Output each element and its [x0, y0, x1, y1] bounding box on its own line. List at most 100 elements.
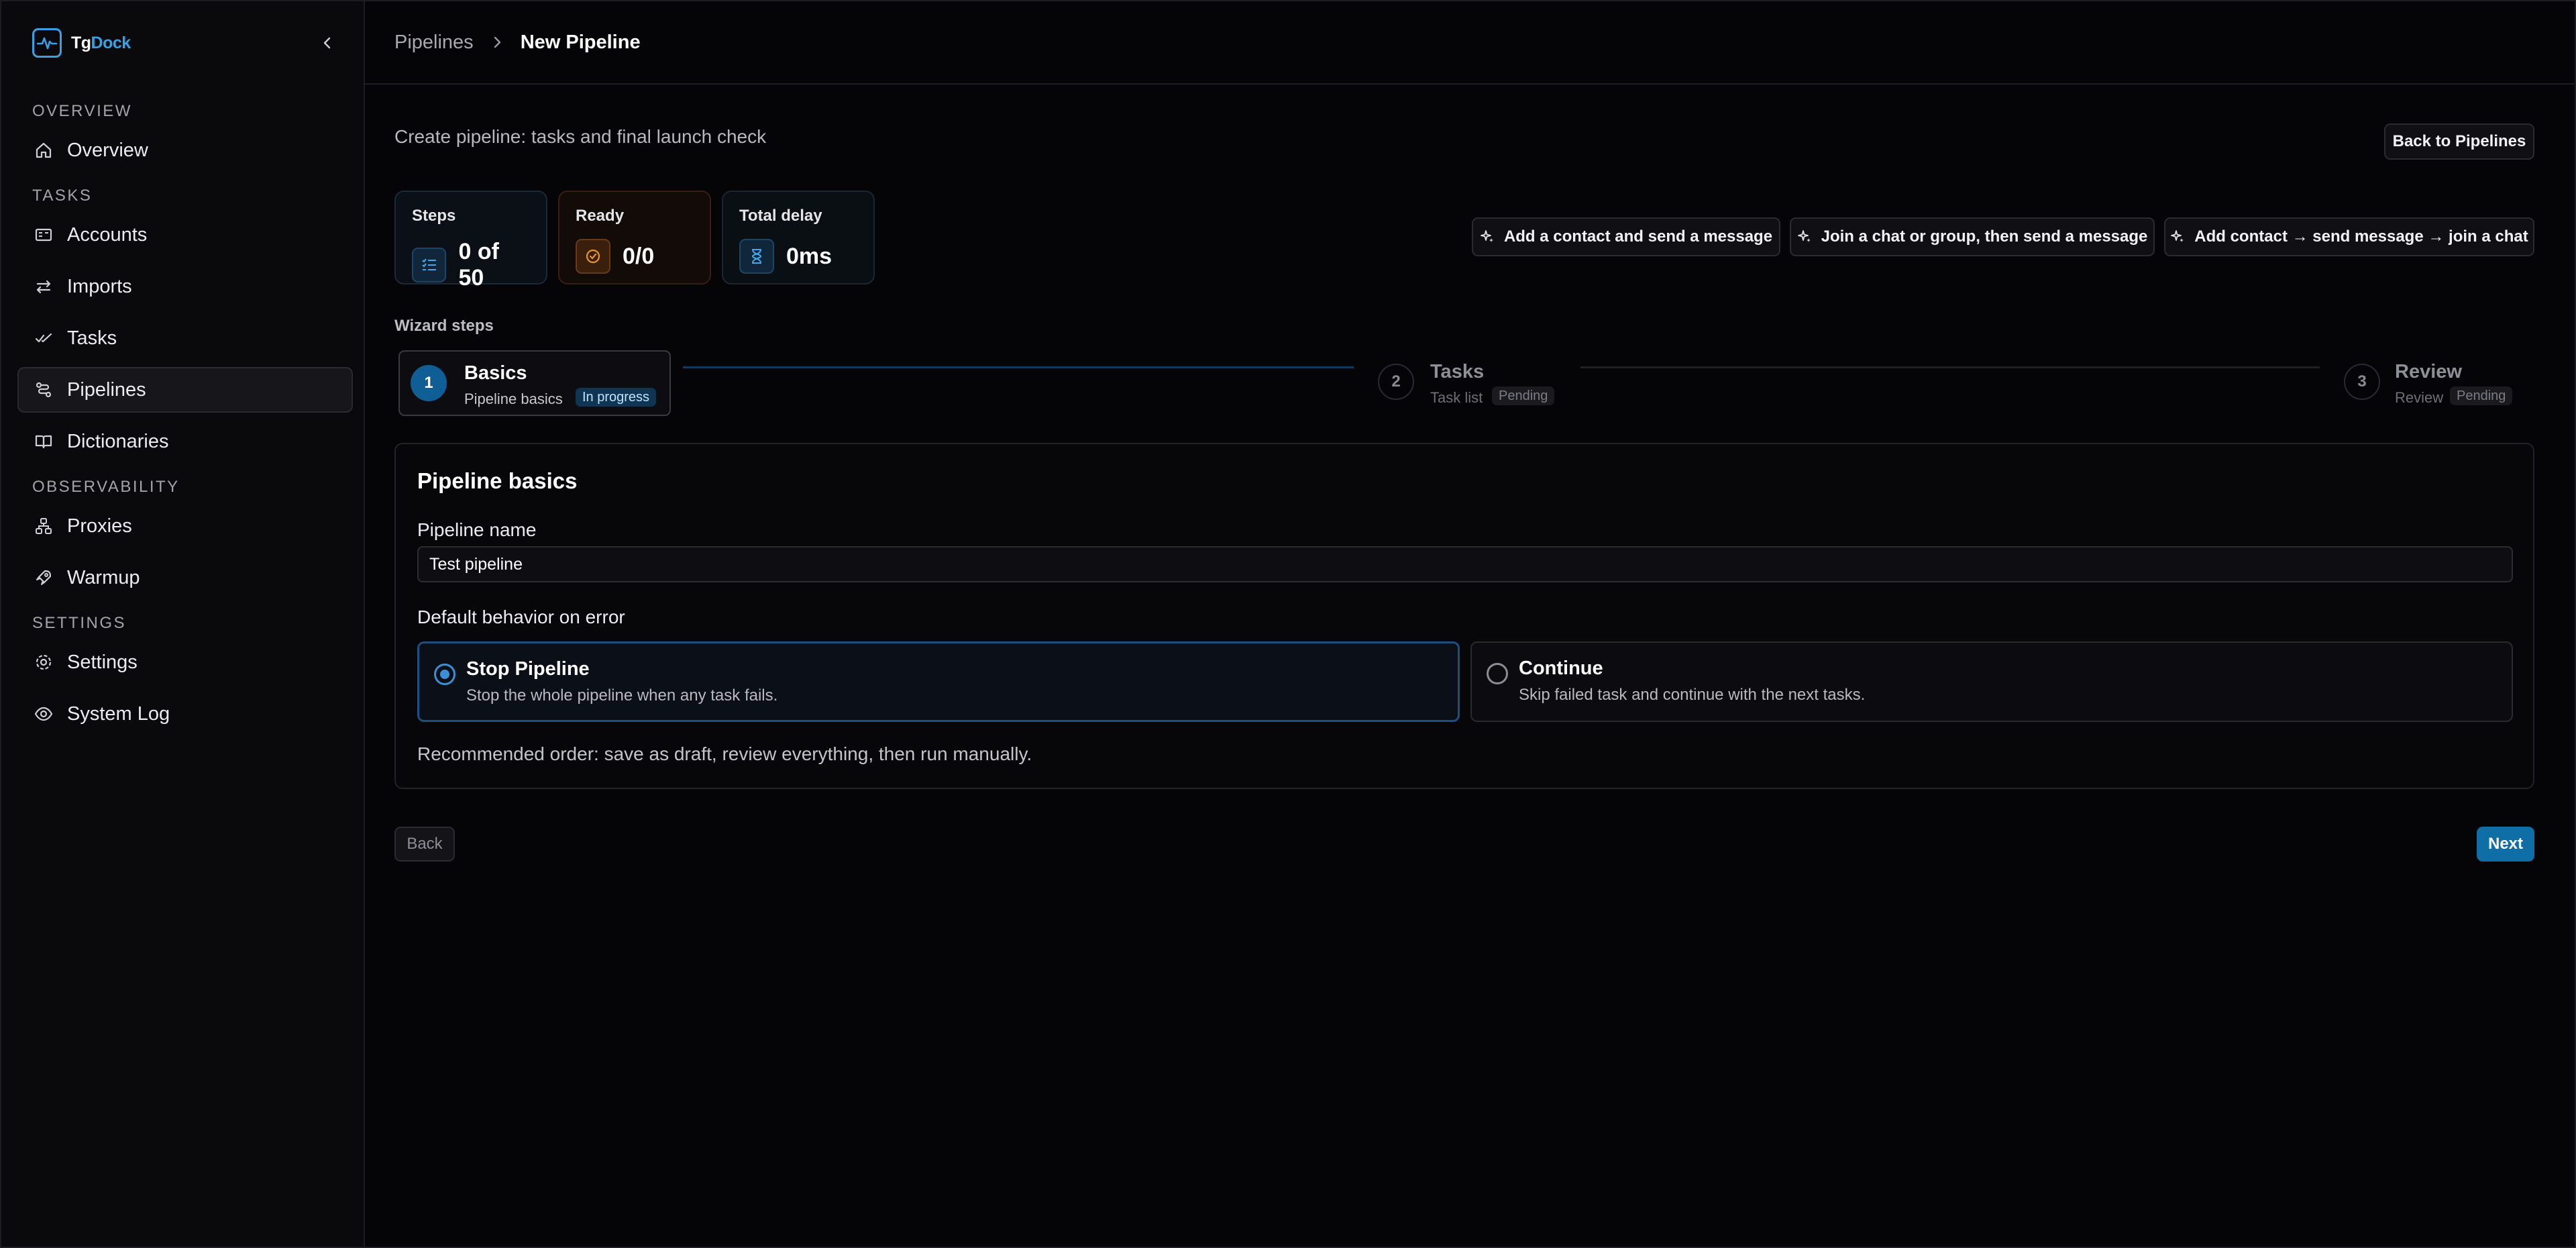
- check-double-icon: [34, 328, 54, 348]
- list-checks-icon: [412, 248, 447, 282]
- step-title: Tasks: [1430, 361, 1485, 382]
- back-to-pipelines-button[interactable]: Back to Pipelines: [2384, 123, 2534, 160]
- breadcrumb-current: New Pipeline: [520, 31, 641, 53]
- chevron-right-icon: [494, 36, 500, 48]
- sidebar: TgDock OVERVIEW Overview TASKS Accounts …: [1, 1, 365, 1247]
- step-number: 1: [411, 365, 447, 401]
- collapse-sidebar-button[interactable]: [315, 31, 339, 55]
- option-continue[interactable]: Continue Skip failed task and continue w…: [1470, 641, 2513, 722]
- step-title: Review: [2395, 361, 2462, 382]
- stat-value: 0 of 50: [458, 239, 499, 291]
- sidebar-item-warmup[interactable]: Warmup: [17, 555, 353, 601]
- eye-icon: [34, 704, 54, 724]
- sparkles-icon: [1481, 230, 1493, 242]
- sidebar-item-settings[interactable]: Settings: [17, 639, 353, 685]
- template-add-contact-send-message-button[interactable]: Add a contact and send a message: [1472, 217, 1780, 256]
- option-description: Stop the whole pipeline when any task fa…: [466, 686, 778, 705]
- stat-value: 0ms: [786, 243, 833, 269]
- nav-section-settings: SETTINGS: [32, 614, 127, 632]
- brand[interactable]: TgDock: [32, 28, 131, 58]
- step-number: 3: [2344, 364, 2380, 400]
- step-title: Basics: [464, 362, 527, 384]
- nav-section-observability: OBSERVABILITY: [32, 478, 180, 496]
- stat-steps: Steps 0 of 50: [394, 191, 547, 291]
- stat-label: Ready: [576, 207, 625, 225]
- sidebar-item-label: Imports: [67, 275, 132, 297]
- id-card-icon: [34, 225, 54, 245]
- pipeline-name-input[interactable]: [417, 546, 2513, 582]
- status-badge: Pending: [1492, 386, 1555, 405]
- step-number: 2: [1378, 364, 1414, 400]
- arrows-swap-icon: [34, 276, 54, 297]
- hourglass-icon: [739, 239, 774, 274]
- step-connector: [683, 366, 1354, 368]
- workflow-icon: [34, 380, 54, 400]
- sparkles-icon: [2171, 230, 2184, 242]
- radio-continue[interactable]: [1487, 663, 1508, 684]
- stat-label: Steps: [412, 207, 456, 225]
- option-title: Stop Pipeline: [466, 658, 590, 680]
- card-title: Pipeline basics: [417, 468, 578, 493]
- step-subtitle: Task list: [1430, 389, 1483, 406]
- status-badge: Pending: [2450, 386, 2513, 405]
- sidebar-item-label: Proxies: [67, 515, 132, 537]
- brand-name: TgDock: [71, 33, 131, 52]
- sidebar-item-tasks[interactable]: Tasks: [17, 315, 353, 361]
- chevron-left-icon: [323, 37, 331, 49]
- sidebar-item-label: Warmup: [67, 566, 140, 588]
- sidebar-item-label: Dictionaries: [67, 430, 169, 452]
- pulse-logo-icon: [32, 28, 62, 58]
- stat-label: Total delay: [739, 207, 822, 225]
- option-stop-pipeline[interactable]: Stop Pipeline Stop the whole pipeline wh…: [417, 641, 1460, 722]
- network-icon: [34, 516, 54, 536]
- template-label: Join a chat or group, then send a messag…: [1821, 227, 2148, 246]
- page-subtitle: Create pipeline: tasks and final launch …: [394, 126, 767, 147]
- home-icon: [34, 140, 54, 160]
- step-subtitle: Pipeline basics: [464, 391, 563, 407]
- stat-ready: Ready 0/0: [558, 191, 711, 284]
- sidebar-item-pipelines[interactable]: Pipelines: [17, 367, 353, 413]
- sidebar-item-imports[interactable]: Imports: [17, 264, 353, 309]
- pipeline-name-label: Pipeline name: [417, 519, 537, 540]
- sidebar-item-label: Accounts: [67, 223, 148, 246]
- sidebar-item-label: System Log: [67, 703, 170, 725]
- option-title: Continue: [1519, 658, 1603, 679]
- sidebar-item-overview[interactable]: Overview: [17, 127, 353, 173]
- sidebar-item-label: Pipelines: [67, 378, 146, 401]
- nav-section-overview: OVERVIEW: [32, 102, 132, 120]
- sidebar-item-accounts[interactable]: Accounts: [17, 212, 353, 258]
- sidebar-item-proxies[interactable]: Proxies: [17, 503, 353, 549]
- status-badge: In progress: [576, 388, 657, 407]
- sidebar-item-label: Settings: [67, 651, 138, 673]
- next-button[interactable]: Next: [2477, 827, 2534, 862]
- sidebar-item-label: Tasks: [67, 327, 117, 349]
- sidebar-item-system-log[interactable]: System Log: [17, 691, 353, 737]
- recommendation-note: Recommended order: save as draft, review…: [417, 743, 1032, 764]
- nav-section-tasks: TASKS: [32, 187, 93, 205]
- error-behavior-label: Default behavior on error: [417, 607, 625, 627]
- step-connector: [1580, 366, 2320, 368]
- template-add-contact-message-join-chat-button[interactable]: Add contact → send message → join a chat: [2164, 217, 2534, 256]
- gear-icon: [34, 652, 54, 672]
- rocket-icon: [34, 568, 54, 588]
- pipeline-basics-card: Pipeline basics Pipeline name Default be…: [394, 443, 2534, 789]
- radio-stop-pipeline[interactable]: [434, 664, 455, 685]
- book-icon: [34, 431, 54, 452]
- stat-total-delay: Total delay 0ms: [722, 191, 875, 284]
- breadcrumb: Pipelines New Pipeline: [365, 1, 2576, 85]
- wizard-steps-label: Wizard steps: [394, 317, 494, 335]
- option-description: Skip failed task and continue with the n…: [1519, 686, 1866, 704]
- sparkles-icon: [1797, 230, 1811, 242]
- template-join-chat-send-message-button[interactable]: Join a chat or group, then send a messag…: [1790, 217, 2155, 256]
- template-label: Add contact → send message → join a chat: [2194, 227, 2528, 246]
- wizard-step-basics[interactable]: 1 Basics Pipeline basics In progress: [398, 350, 671, 416]
- sidebar-item-label: Overview: [67, 139, 148, 161]
- breadcrumb-pipelines-link[interactable]: Pipelines: [394, 32, 474, 54]
- check-circle-icon: [576, 239, 610, 274]
- app-window: TgDock OVERVIEW Overview TASKS Accounts …: [0, 0, 2576, 1248]
- stat-value: 0/0: [623, 243, 655, 269]
- step-subtitle: Review: [2395, 389, 2444, 406]
- back-button[interactable]: Back: [394, 827, 455, 862]
- sidebar-item-dictionaries[interactable]: Dictionaries: [17, 419, 353, 464]
- template-label: Add a contact and send a message: [1503, 227, 1773, 246]
